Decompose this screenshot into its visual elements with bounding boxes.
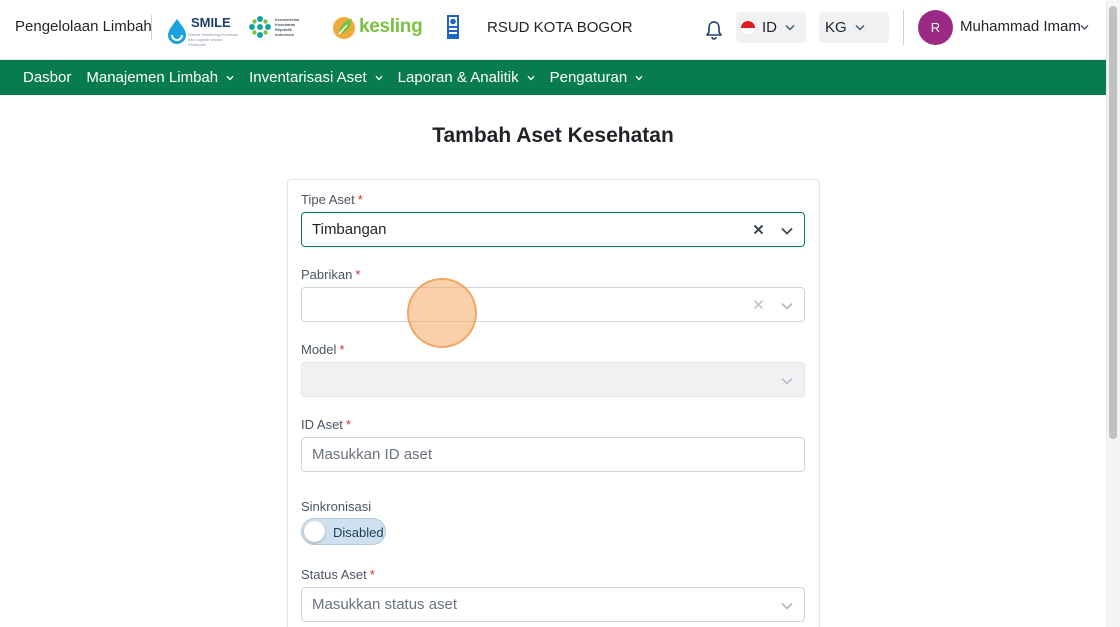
chevron-down-icon[interactable] <box>781 602 793 610</box>
clear-icon[interactable] <box>753 299 764 310</box>
page-title: Tambah Aset Kesehatan <box>432 124 674 147</box>
indonesia-flag-icon <box>741 20 755 35</box>
required-marker: * <box>355 267 361 282</box>
nav-item-label: Inventarisasi Aset <box>249 69 367 86</box>
asset-type-label: Tipe Aset * <box>301 192 363 207</box>
undp-emblem-icon <box>447 15 459 39</box>
header-divider <box>903 10 904 45</box>
nav-item-manajemen-limbah[interactable]: Manajemen Limbah <box>86 69 234 86</box>
asset-status-label: Status Aset * <box>301 567 375 582</box>
chevron-down-icon <box>635 75 643 80</box>
scrollbar-thumb[interactable] <box>1109 6 1117 439</box>
manufacturer-select[interactable] <box>301 287 805 322</box>
chevron-down-icon <box>855 24 865 31</box>
nav-item-dasbor[interactable]: Dasbor <box>23 69 71 86</box>
hospital-name: RSUD KOTA BOGOR <box>487 19 633 36</box>
kemenkes-logo: Kementerian Kesehatan Republik Indonesia <box>248 15 309 39</box>
bell-icon[interactable] <box>705 20 723 40</box>
chevron-down-icon <box>226 75 234 80</box>
nav-item-laporan-analitik[interactable]: Laporan & Analitik <box>398 69 535 86</box>
unit-code: KG <box>825 19 847 36</box>
nav-item-inventarisasi-aset[interactable]: Inventarisasi Aset <box>249 69 383 86</box>
user-name[interactable]: Muhammad Imam <box>960 18 1081 35</box>
kesling-leaf-icon <box>333 17 355 39</box>
asset-id-label: ID Aset * <box>301 417 351 432</box>
chevron-down-icon <box>527 75 535 80</box>
asset-type-select[interactable]: Timbangan <box>301 212 805 247</box>
chevron-down-icon[interactable] <box>781 302 793 310</box>
undp-logo <box>447 15 459 39</box>
kemenkes-emblem-icon <box>249 16 271 38</box>
top-header: Pengelolaan Limbah SMILE Sistem Monitori… <box>0 0 1106 60</box>
asset-status-label-text: Status Aset <box>301 567 367 582</box>
language-selector[interactable]: ID <box>736 12 806 43</box>
smile-logo-subtitle: Sistem Monitoring Imunisasi dan Logistik… <box>188 32 239 47</box>
kemenkes-logo-text: Kementerian Kesehatan Republik Indonesia <box>275 17 300 37</box>
required-marker: * <box>339 342 345 357</box>
toggle-knob <box>304 521 325 542</box>
nav-item-label: Dasbor <box>23 69 72 86</box>
chevron-down-icon <box>785 24 795 31</box>
header-divider <box>151 15 152 40</box>
chevron-down-icon <box>375 75 383 80</box>
nav-item-label: Manajemen Limbah <box>86 69 219 86</box>
required-marker: * <box>357 192 363 207</box>
nav-item-label: Laporan & Analitik <box>397 69 519 86</box>
kesling-logo: kesling <box>332 14 423 40</box>
sync-label-text: Sinkronisasi <box>301 499 372 514</box>
asset-type-label-text: Tipe Aset <box>301 192 355 207</box>
sync-toggle[interactable]: Disabled <box>301 518 386 545</box>
app-title: Pengelolaan Limbah <box>15 18 152 35</box>
asset-id-placeholder: Masukkan ID aset <box>312 446 433 463</box>
asset-id-input[interactable]: Masukkan ID aset <box>301 437 805 472</box>
nav-item-label: Pengaturan <box>549 69 628 86</box>
avatar[interactable]: R <box>918 10 953 45</box>
smile-logo-text: SMILE <box>191 15 231 30</box>
smile-logo: SMILE Sistem Monitoring Imunisasi dan Lo… <box>166 14 240 47</box>
chevron-down-icon[interactable] <box>781 227 793 235</box>
main-nav: Dasbor Manajemen Limbah Inventarisasi As… <box>0 60 1106 95</box>
required-marker: * <box>345 417 351 432</box>
manufacturer-label-text: Pabrikan <box>301 267 353 282</box>
chevron-down-icon <box>781 377 793 385</box>
asset-id-label-text: ID Aset <box>301 417 343 432</box>
required-marker: * <box>369 567 375 582</box>
language-code: ID <box>762 19 777 36</box>
model-label-text: Model <box>301 342 337 357</box>
user-menu-chevron-icon[interactable] <box>1080 24 1089 31</box>
click-indicator <box>407 278 477 348</box>
asset-status-placeholder: Masukkan status aset <box>312 596 458 613</box>
asset-type-value: Timbangan <box>312 221 387 238</box>
model-label: Model * <box>301 342 344 357</box>
manufacturer-label: Pabrikan * <box>301 267 360 282</box>
model-select[interactable] <box>301 362 805 397</box>
smile-drop-icon <box>168 18 186 44</box>
unit-selector[interactable]: KG <box>819 12 889 43</box>
sync-state: Disabled <box>333 525 384 540</box>
clear-icon[interactable] <box>753 224 764 235</box>
asset-status-select[interactable]: Masukkan status aset <box>301 587 805 622</box>
nav-item-pengaturan[interactable]: Pengaturan <box>550 69 644 86</box>
kesling-logo-text: kesling <box>359 16 423 37</box>
sync-label: Sinkronisasi <box>301 499 371 514</box>
